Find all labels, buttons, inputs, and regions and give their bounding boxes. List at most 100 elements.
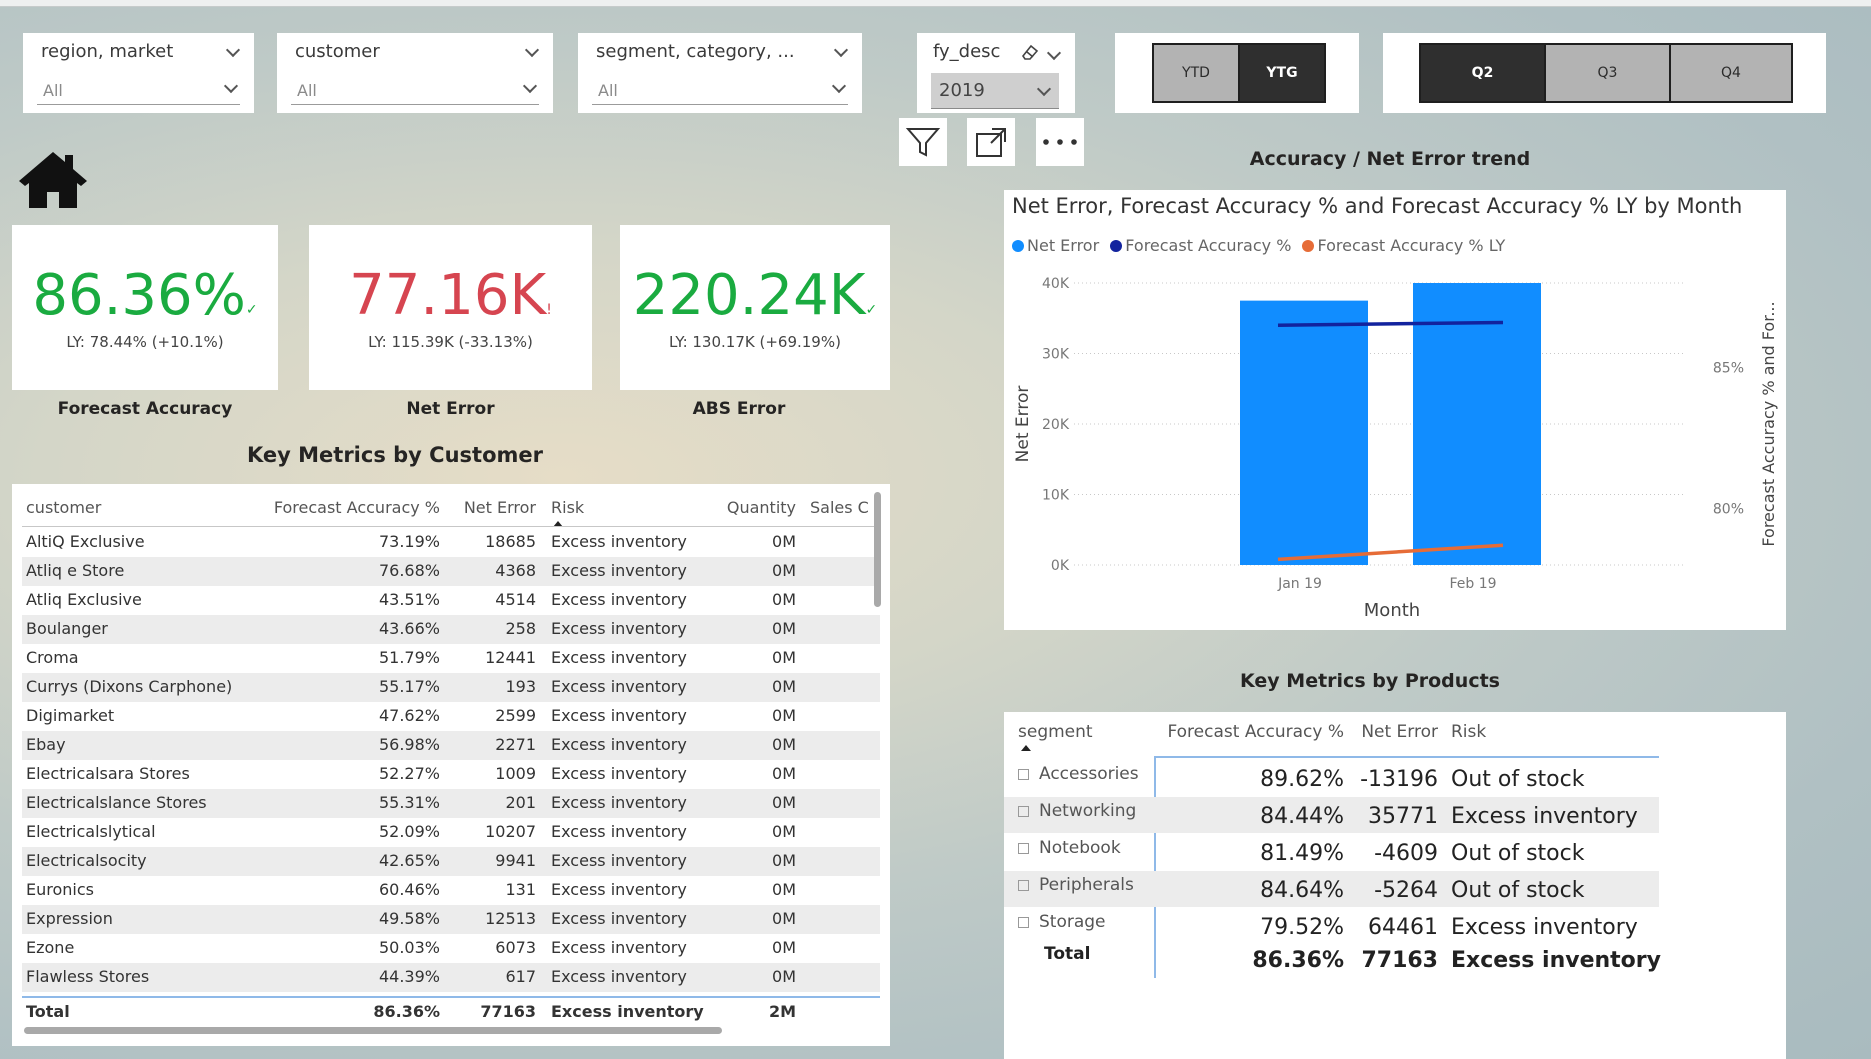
vertical-scrollbar[interactable] <box>874 492 881 607</box>
quantity-value: 0M <box>772 764 796 783</box>
fy-dropdown[interactable]: 2019 <box>931 73 1059 109</box>
segment-dropdown[interactable]: All <box>592 75 848 105</box>
column-header-net-error[interactable]: Net Error <box>1344 722 1438 742</box>
chevron-down-icon[interactable] <box>833 42 849 59</box>
column-header-forecast-accuracy[interactable]: Forecast Accuracy % <box>252 498 440 517</box>
customer-name: Ebay <box>26 735 66 754</box>
table-row[interactable]: Peripherals 84.64% -5264 Out of stock <box>1004 871 1659 907</box>
forecast-accuracy-value: 84.44% <box>1260 804 1344 829</box>
expand-icon[interactable] <box>1018 880 1029 891</box>
table-row[interactable]: Euronics 60.46% 131 Excess inventory 0M <box>22 876 880 905</box>
customer-name: Currys (Dixons Carphone) <box>26 677 233 696</box>
forecast-accuracy-value: 51.79% <box>378 648 440 667</box>
customer-slicer[interactable]: customer All <box>277 33 553 113</box>
table-row[interactable]: Atliq Exclusive 43.51% 4514 Excess inventor… <box>22 586 880 615</box>
x-axis-title: Month <box>1364 600 1420 621</box>
net-error-value: 617 <box>505 967 536 986</box>
slicer-title: fy_desc <box>933 41 1001 62</box>
customer-name: AltiQ Exclusive <box>26 532 145 551</box>
segment-cell[interactable]: Notebook <box>1018 838 1121 858</box>
risk-value: Out of stock <box>1451 878 1585 903</box>
table-row[interactable]: Flawless Stores 44.39% 617 Excess inventory… <box>22 963 880 992</box>
table-row[interactable]: Boulanger 43.66% 258 Excess inventory 0M <box>22 615 880 644</box>
table-row[interactable]: Accessories 89.62% -13196 Out of stock <box>1004 760 1659 796</box>
ytg-button[interactable]: YTG <box>1238 43 1326 103</box>
total-row: Total 86.36% 77163 Excess inventory 2M <box>22 998 880 1027</box>
q3-button[interactable]: Q3 <box>1544 43 1671 103</box>
abs-error-card: 220.24K✓ LY: 130.17K (+69.19%) <box>620 225 890 390</box>
column-header-sales[interactable]: Sales C <box>810 498 869 517</box>
forecast-accuracy-value: 76.68% <box>378 561 440 580</box>
slicer-title: customer <box>295 41 380 62</box>
table-row[interactable]: Notebook 81.49% -4609 Out of stock <box>1004 834 1659 870</box>
table-row[interactable]: AltiQ Exclusive 73.19% 18685 Excess invento… <box>22 528 880 557</box>
segment-category-slicer[interactable]: segment, category, ... All <box>578 33 862 113</box>
forecast-accuracy-value: 60.46% <box>378 880 440 899</box>
more-options-icon[interactable] <box>1036 118 1084 166</box>
expand-icon[interactable] <box>1018 806 1029 817</box>
dropdown-value: All <box>297 81 317 100</box>
table-row[interactable]: Electricalslytical 52.09% 10207 Excess inve… <box>22 818 880 847</box>
column-header-quantity[interactable]: Quantity <box>712 498 796 517</box>
expand-icon[interactable] <box>1018 917 1029 928</box>
column-header-customer[interactable]: customer <box>26 498 101 517</box>
risk-value: Excess inventory <box>1451 804 1638 829</box>
forecast-accuracy-value: 55.31% <box>378 793 440 812</box>
customer-name: Boulanger <box>26 619 108 638</box>
chevron-down-icon[interactable] <box>225 42 241 59</box>
filter-icon[interactable] <box>899 118 947 166</box>
chevron-down-icon[interactable] <box>524 42 540 59</box>
net-error-value: -5264 <box>1374 878 1438 903</box>
customer-dropdown[interactable]: All <box>291 75 539 105</box>
q2-button[interactable]: Q2 <box>1419 43 1546 103</box>
risk-value: Excess inventory <box>551 938 687 957</box>
ytd-button[interactable]: YTD <box>1152 43 1240 103</box>
segment-name: Networking <box>1039 801 1137 821</box>
column-header-segment[interactable]: segment <box>1018 722 1093 742</box>
segment-cell[interactable]: Networking <box>1018 801 1136 821</box>
customer-name: Flawless Stores <box>26 967 150 986</box>
fy-desc-slicer[interactable]: fy_desc 2019 <box>917 33 1075 113</box>
expand-icon[interactable] <box>1018 769 1029 780</box>
region-dropdown[interactable]: All <box>37 75 240 105</box>
table-row[interactable]: Expression 49.58% 12513 Excess inventory 0M <box>22 905 880 934</box>
quantity-value: 0M <box>772 851 796 870</box>
region-market-slicer[interactable]: region, market All <box>23 33 254 113</box>
segment-cell[interactable]: Accessories <box>1018 764 1139 784</box>
table-row[interactable]: Atliq e Store 76.68% 4368 Excess inventory 0… <box>22 557 880 586</box>
segment-cell[interactable]: Storage <box>1018 912 1106 932</box>
expand-icon[interactable] <box>1018 843 1029 854</box>
column-header-net-error[interactable]: Net Error <box>450 498 536 517</box>
table-row[interactable]: Croma 51.79% 12441 Excess inventory 0M <box>22 644 880 673</box>
horizontal-scrollbar[interactable] <box>24 1027 722 1034</box>
risk-value: Excess inventory <box>551 764 687 783</box>
net-error-value: 201 <box>505 793 536 812</box>
table-row[interactable]: Storage 79.52% 64461 Excess inventory <box>1004 908 1659 944</box>
segment-cell[interactable]: Peripherals <box>1018 875 1134 895</box>
table-row[interactable]: Electricalsara Stores 52.27% 1009 Excess in… <box>22 760 880 789</box>
eraser-icon[interactable] <box>1019 41 1041 67</box>
kpi-value: 220.24K✓ <box>620 263 890 328</box>
table-row[interactable]: Networking 84.44% 35771 Excess inventory <box>1004 797 1659 833</box>
table-row[interactable]: Digimarket 47.62% 2599 Excess inventory 0M <box>22 702 880 731</box>
focus-mode-icon[interactable] <box>967 118 1015 166</box>
table-row[interactable]: Currys (Dixons Carphone) 55.17% 193 Excess … <box>22 673 880 702</box>
chevron-down-icon <box>522 78 538 95</box>
segment-name: Notebook <box>1039 838 1121 858</box>
column-header-risk[interactable]: Risk <box>1451 722 1486 742</box>
table-row[interactable]: Ezone 50.03% 6073 Excess inventory 0M <box>22 934 880 963</box>
chevron-down-icon[interactable] <box>1046 43 1062 62</box>
alert-icon: ! <box>546 302 552 318</box>
column-header-forecast-accuracy[interactable]: Forecast Accuracy % <box>1154 722 1344 742</box>
y-tick-label: 40K <box>1042 276 1070 292</box>
quantity-value: 0M <box>772 619 796 638</box>
q4-button[interactable]: Q4 <box>1669 43 1793 103</box>
home-icon[interactable] <box>17 150 89 214</box>
column-header-risk[interactable]: Risk <box>551 498 584 517</box>
table-row[interactable]: Ebay 56.98% 2271 Excess inventory 0M <box>22 731 880 760</box>
header-divider <box>1154 756 1659 758</box>
forecast-accuracy-value: 55.17% <box>378 677 440 696</box>
dropdown-value: All <box>598 81 618 100</box>
table-row[interactable]: Electricalsocity 42.65% 9941 Excess invento… <box>22 847 880 876</box>
table-row[interactable]: Electricalslance Stores 55.31% 201 Excess i… <box>22 789 880 818</box>
